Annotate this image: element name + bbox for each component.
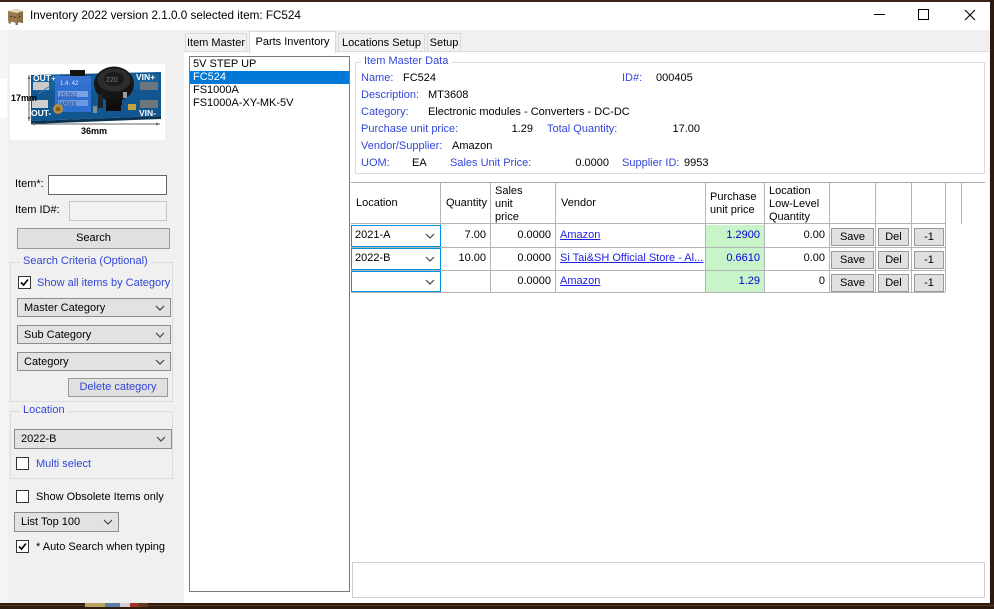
svg-text:36mm: 36mm bbox=[81, 126, 107, 136]
svg-text:25352: 25352 bbox=[59, 92, 77, 99]
svg-text:17mm: 17mm bbox=[11, 93, 37, 103]
svg-text:VIN-: VIN- bbox=[139, 108, 156, 118]
svg-text:VIN+: VIN+ bbox=[136, 72, 155, 82]
svg-text:220: 220 bbox=[106, 77, 118, 84]
svg-text:1.4. 42: 1.4. 42 bbox=[60, 81, 79, 87]
svg-text:OUT-: OUT- bbox=[31, 108, 51, 118]
